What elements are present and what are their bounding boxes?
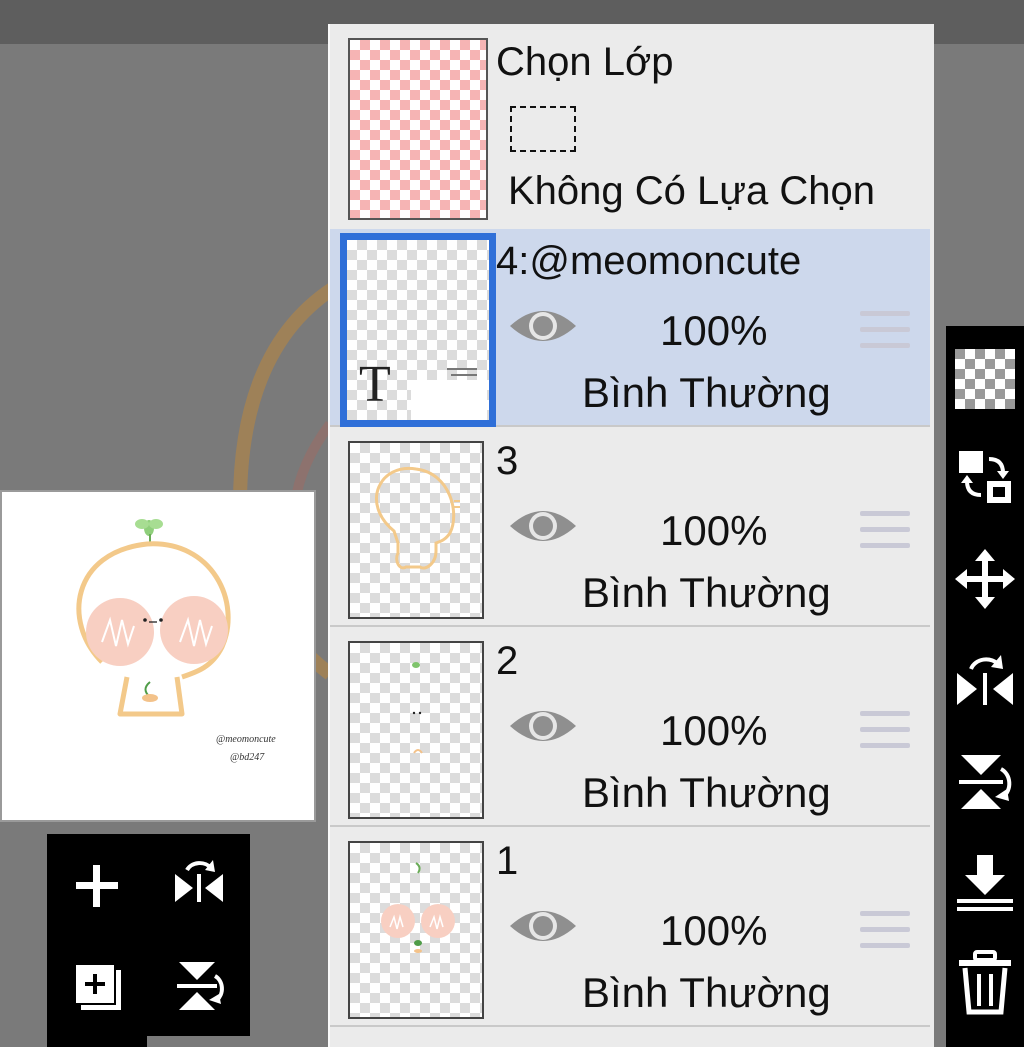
drag-handle-icon[interactable] (860, 911, 910, 951)
watermark-2: @bd247 (230, 752, 265, 763)
selection-marquee-icon (510, 106, 576, 152)
swap-layers-button[interactable] (946, 432, 1024, 522)
drag-handle-icon[interactable] (860, 311, 910, 351)
flip-horizontal-button[interactable] (946, 636, 1024, 726)
transparency-button[interactable] (946, 334, 1024, 424)
add-layer-icon (76, 865, 118, 907)
selection-layer-thumbnail (348, 38, 488, 220)
flip-vertical-button[interactable] (946, 736, 1024, 826)
trash-icon (959, 950, 1011, 1015)
layer-thumbnail (348, 641, 484, 819)
layers-panel: Chọn Lớp Không Có Lựa Chọn T 4:@meomoncu… (328, 24, 934, 1047)
watermark-1: @meomoncute (216, 734, 276, 745)
layer-blend-mode[interactable]: Bình Thường (582, 969, 831, 1017)
flip-horizontal-icon (957, 655, 1013, 705)
right-toolbar (946, 326, 1024, 1047)
layer-thumbnail (348, 841, 484, 1019)
add-layer-button[interactable] (57, 846, 137, 926)
pad-footer (47, 1036, 147, 1047)
add-layer-copy-icon (74, 963, 121, 1010)
layer-name: 3 (496, 439, 519, 483)
layer-opacity[interactable]: 100% (660, 307, 767, 355)
move-icon (955, 549, 1015, 609)
layer-row[interactable]: 2 100% Bình Thường (330, 629, 930, 827)
layer-blend-mode[interactable]: Bình Thường (582, 769, 831, 817)
selection-layer-title: Chọn Lớp (496, 40, 674, 84)
eye-icon[interactable] (508, 501, 578, 551)
flip-horizontal-icon (175, 860, 223, 902)
layer-name: 4:@meomoncute (496, 239, 802, 283)
canvas-preview[interactable]: @meomoncute @bd247 (0, 490, 316, 822)
layer-thumbnail: T (340, 233, 496, 427)
layer-opacity[interactable]: 100% (660, 907, 767, 955)
merge-down-button[interactable] (946, 838, 1024, 928)
layer-thumbnail (348, 441, 484, 619)
layer-row[interactable]: T 4:@meomoncute 100% Bình Thường (330, 229, 930, 427)
layer-name: 1 (496, 839, 519, 883)
layer-row[interactable]: 1 100% Bình Thường (330, 829, 930, 1027)
transparency-icon (955, 349, 1015, 409)
swap-layers-icon (959, 451, 1011, 503)
flip-layer-vertical-button[interactable] (159, 946, 239, 1026)
layer-tools-pad (47, 834, 250, 1036)
layer-row[interactable]: 3 100% Bình Thường (330, 429, 930, 627)
flip-vertical-icon (959, 755, 1012, 809)
drag-handle-icon[interactable] (860, 711, 910, 751)
eye-icon[interactable] (508, 901, 578, 951)
preview-artwork (76, 519, 231, 717)
layer-blend-mode[interactable]: Bình Thường (582, 569, 831, 617)
thumbnail-art (375, 466, 460, 570)
merge-down-icon (957, 855, 1013, 911)
drag-handle-icon[interactable] (860, 511, 910, 551)
thumbnail-art (412, 662, 423, 754)
add-layer-copy-button[interactable] (57, 946, 137, 1026)
layer-opacity[interactable]: 100% (660, 707, 767, 755)
thumbnail-art (411, 368, 487, 420)
layer-blend-mode[interactable]: Bình Thường (582, 369, 831, 417)
selection-status: Không Có Lựa Chọn (508, 169, 876, 213)
move-button[interactable] (946, 534, 1024, 624)
eye-icon[interactable] (508, 301, 578, 351)
delete-layer-button[interactable] (946, 938, 1024, 1028)
flip-layer-horizontal-button[interactable] (159, 846, 239, 926)
thumbnail-art (381, 862, 455, 953)
flip-vertical-icon (177, 962, 224, 1010)
layer-opacity[interactable]: 100% (660, 507, 767, 555)
eye-icon[interactable] (508, 701, 578, 751)
selection-layer-row[interactable]: Chọn Lớp Không Có Lựa Chọn (330, 24, 930, 231)
layer-name: 2 (496, 639, 519, 683)
